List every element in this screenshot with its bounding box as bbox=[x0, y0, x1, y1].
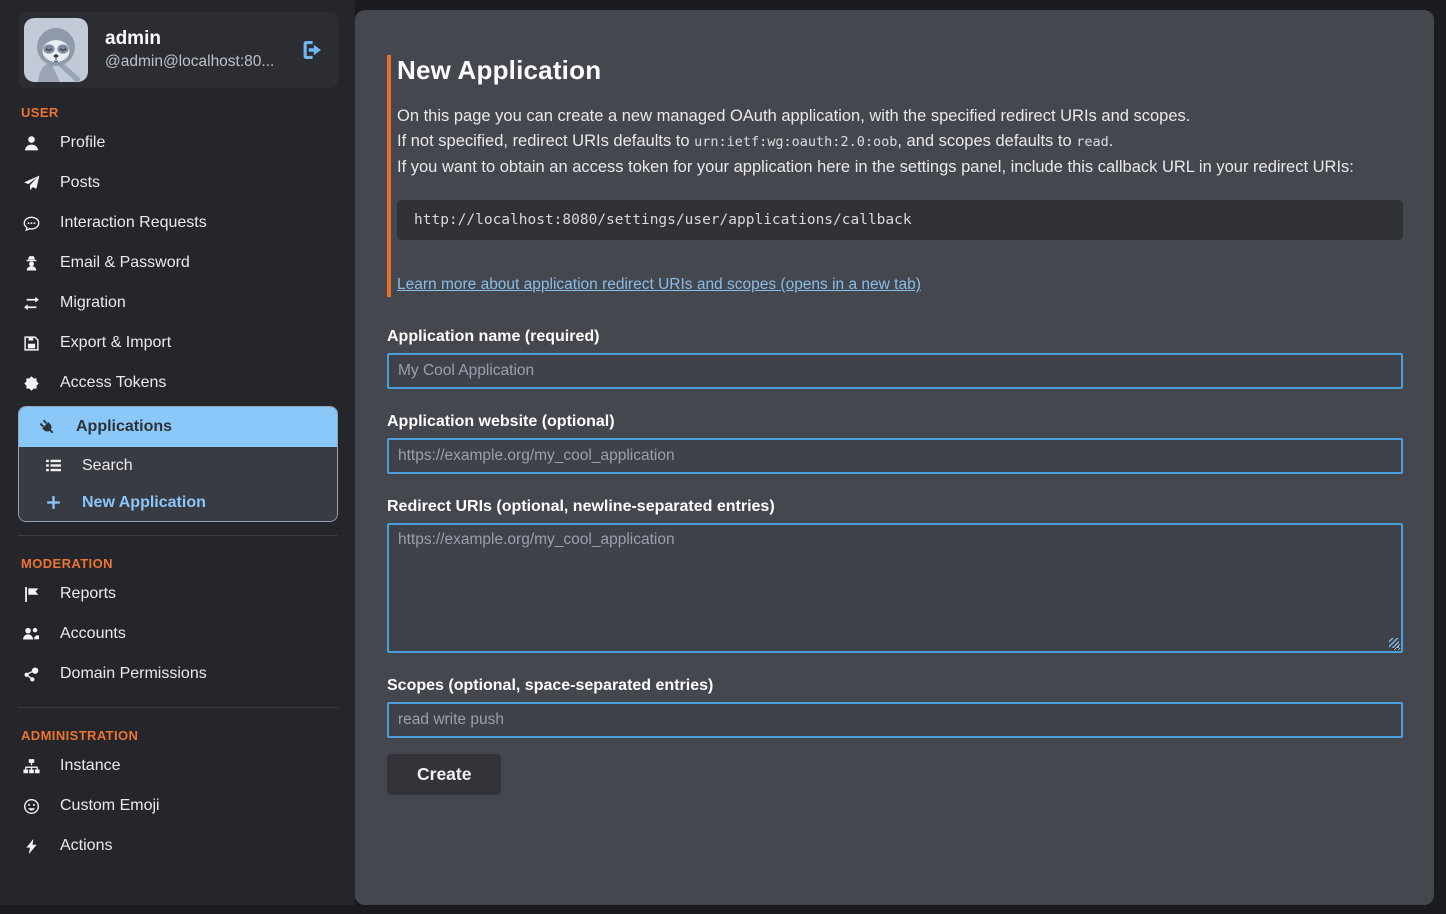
create-button[interactable]: Create bbox=[387, 754, 501, 795]
sidebar-item-label: Migration bbox=[60, 294, 126, 312]
avatar bbox=[24, 18, 88, 82]
page-title: New Application bbox=[397, 55, 1403, 86]
sidebar-item-label: Actions bbox=[60, 837, 112, 855]
logout-icon[interactable] bbox=[300, 38, 324, 62]
floppy-save-icon bbox=[21, 335, 41, 352]
sidebar-item-reports[interactable]: Reports bbox=[18, 574, 338, 614]
sidebar-item-interaction-requests[interactable]: Interaction Requests bbox=[18, 203, 338, 243]
sidebar-section-user: USER Profile Posts Interaction Requests bbox=[18, 105, 338, 522]
sidebar-item-label: Reports bbox=[60, 585, 116, 603]
sidebar-item-access-tokens[interactable]: Access Tokens bbox=[18, 363, 338, 403]
scopes-input[interactable] bbox=[387, 702, 1403, 738]
sidebar-item-accounts[interactable]: Accounts bbox=[18, 614, 338, 654]
page-header-block: New Application On this page you can cre… bbox=[387, 55, 1403, 297]
sidebar-item-migration[interactable]: Migration bbox=[18, 283, 338, 323]
sidebar-item-label: Profile bbox=[60, 134, 105, 152]
comment-dots-icon bbox=[21, 215, 41, 232]
sidebar-item-label: Applications bbox=[76, 418, 172, 436]
sidebar-item-label: Domain Permissions bbox=[60, 665, 207, 683]
sidebar-item-label: New Application bbox=[82, 494, 206, 512]
sidebar-item-applications-search[interactable]: Search bbox=[19, 447, 337, 484]
sidebar-item-label: Custom Emoji bbox=[60, 797, 160, 815]
sidebar-item-label: Interaction Requests bbox=[60, 214, 207, 232]
settings-sidebar: admin @admin@localhost:80... USER Profil… bbox=[0, 0, 355, 905]
application-website-label: Application website (optional) bbox=[387, 413, 1403, 431]
redirect-uris-group: Redirect URIs (optional, newline-separat… bbox=[387, 498, 1403, 653]
sidebar-item-label: Instance bbox=[60, 757, 120, 775]
user-card: admin @admin@localhost:80... bbox=[18, 12, 338, 88]
intro-line-1: On this page you can create a new manage… bbox=[397, 104, 1403, 129]
sidebar-item-label: Access Tokens bbox=[60, 374, 166, 392]
app-layout: admin @admin@localhost:80... USER Profil… bbox=[0, 0, 1446, 905]
paper-plane-icon bbox=[21, 175, 41, 192]
user-secret-icon bbox=[21, 255, 41, 272]
sidebar-item-custom-emoji[interactable]: Custom Emoji bbox=[18, 786, 338, 826]
oob-code: urn:ietf:wg:oauth:2.0:oob bbox=[694, 134, 897, 150]
application-website-input[interactable] bbox=[387, 438, 1403, 474]
main-panel: New Application On this page you can cre… bbox=[355, 10, 1434, 905]
sidebar-item-actions[interactable]: Actions bbox=[18, 826, 338, 866]
application-name-group: Application name (required) bbox=[387, 328, 1403, 389]
read-scope-code: read bbox=[1076, 134, 1109, 150]
sidebar-item-applications[interactable]: Applications bbox=[19, 407, 337, 447]
sidebar-item-label: Accounts bbox=[60, 625, 126, 643]
sidebar-item-posts[interactable]: Posts bbox=[18, 163, 338, 203]
certificate-icon bbox=[21, 375, 41, 392]
sidebar-item-email-password[interactable]: Email & Password bbox=[18, 243, 338, 283]
sidebar-item-label: Export & Import bbox=[60, 334, 171, 352]
new-application-form: Application name (required) Application … bbox=[387, 328, 1403, 795]
list-icon bbox=[43, 457, 63, 474]
intro-line-3: If you want to obtain an access token fo… bbox=[397, 155, 1403, 180]
intro-line-2: If not specified, redirect URIs defaults… bbox=[397, 129, 1403, 155]
application-name-input[interactable] bbox=[387, 353, 1403, 389]
bolt-icon bbox=[21, 838, 41, 855]
applications-subnav: Search New Application bbox=[19, 447, 337, 521]
application-name-label: Application name (required) bbox=[387, 328, 1403, 346]
sidebar-item-domain-permissions[interactable]: Domain Permissions bbox=[18, 654, 338, 694]
plus-icon bbox=[43, 494, 63, 511]
sidebar-section-administration: ADMINISTRATION Instance Custom Emoji Act… bbox=[18, 707, 338, 866]
application-website-group: Application website (optional) bbox=[387, 413, 1403, 474]
sidebar-item-label: Search bbox=[82, 457, 133, 475]
sidebar-item-label: Posts bbox=[60, 174, 100, 192]
redirect-uris-textarea[interactable] bbox=[387, 523, 1403, 653]
sidebar-item-export-import[interactable]: Export & Import bbox=[18, 323, 338, 363]
applications-group: Applications Search New Application bbox=[18, 406, 338, 522]
user-handle: @admin@localhost:80... bbox=[105, 51, 283, 73]
sidebar-section-moderation: MODERATION Reports Accounts Domain Permi… bbox=[18, 535, 338, 694]
user-icon bbox=[21, 135, 41, 152]
sidebar-item-profile[interactable]: Profile bbox=[18, 123, 338, 163]
callback-url-codeblock: http://localhost:8080/settings/user/appl… bbox=[397, 200, 1403, 240]
section-header-moderation: MODERATION bbox=[21, 556, 335, 571]
sitemap-icon bbox=[21, 758, 41, 775]
scopes-label: Scopes (optional, space-separated entrie… bbox=[387, 677, 1403, 695]
user-meta: admin @admin@localhost:80... bbox=[105, 27, 283, 72]
scopes-group: Scopes (optional, space-separated entrie… bbox=[387, 677, 1403, 738]
sidebar-item-new-application[interactable]: New Application bbox=[19, 484, 337, 521]
sidebar-item-label: Email & Password bbox=[60, 254, 190, 272]
sidebar-item-instance[interactable]: Instance bbox=[18, 746, 338, 786]
plug-icon bbox=[37, 419, 57, 436]
flag-icon bbox=[21, 586, 41, 603]
share-nodes-icon bbox=[21, 666, 41, 683]
redirect-uris-label: Redirect URIs (optional, newline-separat… bbox=[387, 498, 1403, 516]
section-header-user: USER bbox=[21, 105, 335, 120]
smiley-icon bbox=[21, 798, 41, 815]
learn-more-link[interactable]: Learn more about application redirect UR… bbox=[397, 276, 921, 294]
exchange-arrows-icon bbox=[21, 295, 41, 312]
section-header-administration: ADMINISTRATION bbox=[21, 728, 335, 743]
users-icon bbox=[21, 625, 41, 643]
user-display-name: admin bbox=[105, 27, 283, 51]
